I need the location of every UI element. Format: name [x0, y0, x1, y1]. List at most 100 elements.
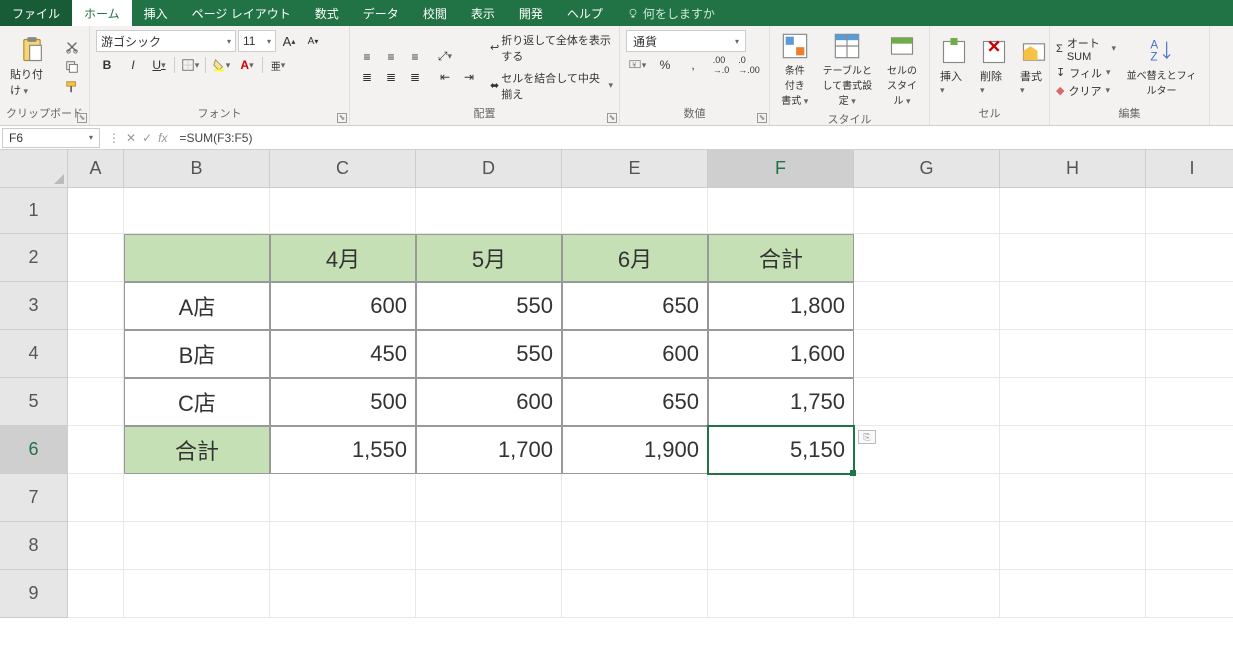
- fill-button[interactable]: ↧フィル: [1056, 65, 1116, 81]
- enter-icon[interactable]: ✓: [142, 131, 152, 145]
- cell-D8[interactable]: [416, 522, 562, 570]
- cell-E8[interactable]: [562, 522, 708, 570]
- cell-F5[interactable]: 1,750: [708, 378, 854, 426]
- cell-E6[interactable]: 1,900: [562, 426, 708, 474]
- increase-decimal-button[interactable]: .00→.0: [710, 56, 732, 74]
- cell-H5[interactable]: [1000, 378, 1146, 426]
- row-header-6[interactable]: 6: [0, 426, 68, 474]
- format-as-table-button[interactable]: テーブルとして書式設定: [818, 30, 877, 109]
- row-header-4[interactable]: 4: [0, 330, 68, 378]
- cell-H4[interactable]: [1000, 330, 1146, 378]
- name-box[interactable]: F6▾: [2, 128, 100, 148]
- cell-C7[interactable]: [270, 474, 416, 522]
- cell-I1[interactable]: [1146, 188, 1233, 234]
- cell-H3[interactable]: [1000, 282, 1146, 330]
- paste-button[interactable]: 貼り付け: [6, 34, 57, 100]
- tab-home[interactable]: ホーム: [72, 0, 132, 26]
- cell-C5[interactable]: 500: [270, 378, 416, 426]
- tab-formulas[interactable]: 数式: [303, 0, 351, 26]
- cell-I7[interactable]: [1146, 474, 1233, 522]
- cell-H1[interactable]: [1000, 188, 1146, 234]
- cell-F2[interactable]: 合計: [708, 234, 854, 282]
- column-header-D[interactable]: D: [416, 150, 562, 188]
- column-header-G[interactable]: G: [854, 150, 1000, 188]
- fill-color-button[interactable]: [210, 56, 232, 74]
- select-all-corner[interactable]: [0, 150, 68, 188]
- tell-me[interactable]: 何をしますか: [615, 0, 727, 26]
- column-header-C[interactable]: C: [270, 150, 416, 188]
- cell-H2[interactable]: [1000, 234, 1146, 282]
- cell-I8[interactable]: [1146, 522, 1233, 570]
- cell-A1[interactable]: [68, 188, 124, 234]
- cell-G1[interactable]: [854, 188, 1000, 234]
- cell-G5[interactable]: [854, 378, 1000, 426]
- cell-A8[interactable]: [68, 522, 124, 570]
- align-bottom-button[interactable]: ≡: [404, 48, 426, 66]
- cell-I3[interactable]: [1146, 282, 1233, 330]
- cell-E3[interactable]: 650: [562, 282, 708, 330]
- cell-B7[interactable]: [124, 474, 270, 522]
- font-size-select[interactable]: 11▾: [238, 30, 276, 52]
- clipboard-dialog-launcher[interactable]: ⬊: [77, 113, 87, 123]
- number-dialog-launcher[interactable]: ⬊: [757, 113, 767, 123]
- row-header-2[interactable]: 2: [0, 234, 68, 282]
- orientation-button[interactable]: ⤢: [434, 48, 456, 66]
- row-header-3[interactable]: 3: [0, 282, 68, 330]
- number-format-select[interactable]: 通貨▾: [626, 30, 746, 52]
- cell-G2[interactable]: [854, 234, 1000, 282]
- cell-H9[interactable]: [1000, 570, 1146, 618]
- cell-D5[interactable]: 600: [416, 378, 562, 426]
- cell-B8[interactable]: [124, 522, 270, 570]
- tab-file[interactable]: ファイル: [0, 0, 72, 26]
- row-header-8[interactable]: 8: [0, 522, 68, 570]
- bold-button[interactable]: B: [96, 56, 118, 74]
- cell-D7[interactable]: [416, 474, 562, 522]
- column-header-I[interactable]: I: [1146, 150, 1233, 188]
- font-dialog-launcher[interactable]: ⬊: [337, 113, 347, 123]
- cell-E7[interactable]: [562, 474, 708, 522]
- cell-A9[interactable]: [68, 570, 124, 618]
- increase-indent-button[interactable]: ⇥: [458, 68, 480, 86]
- autofill-options-icon[interactable]: ⎘: [858, 430, 876, 444]
- cell-F9[interactable]: [708, 570, 854, 618]
- cell-C1[interactable]: [270, 188, 416, 234]
- wrap-text-button[interactable]: ↩ 折り返して全体を表示する: [490, 32, 613, 64]
- cell-I6[interactable]: [1146, 426, 1233, 474]
- cell-E4[interactable]: 600: [562, 330, 708, 378]
- cell-G9[interactable]: [854, 570, 1000, 618]
- cell-I4[interactable]: [1146, 330, 1233, 378]
- cell-H7[interactable]: [1000, 474, 1146, 522]
- comma-button[interactable]: ,: [682, 56, 704, 74]
- tab-view[interactable]: 表示: [459, 0, 507, 26]
- cell-styles-button[interactable]: セルのスタイル: [881, 30, 923, 109]
- cell-D2[interactable]: 5月: [416, 234, 562, 282]
- align-left-button[interactable]: ≣: [356, 68, 378, 86]
- conditional-format-button[interactable]: 条件付き書式: [776, 30, 814, 109]
- cell-E2[interactable]: 6月: [562, 234, 708, 282]
- cell-A3[interactable]: [68, 282, 124, 330]
- cell-A6[interactable]: [68, 426, 124, 474]
- align-top-button[interactable]: ≡: [356, 48, 378, 66]
- fx-icon[interactable]: fx: [158, 131, 167, 145]
- column-header-E[interactable]: E: [562, 150, 708, 188]
- cell-I9[interactable]: [1146, 570, 1233, 618]
- sort-filter-button[interactable]: AZ 並べ替えとフィルター: [1120, 35, 1203, 99]
- align-right-button[interactable]: ≣: [404, 68, 426, 86]
- cell-G3[interactable]: [854, 282, 1000, 330]
- decrease-font-button[interactable]: A▾: [302, 32, 324, 50]
- tab-page-layout[interactable]: ページ レイアウト: [180, 0, 303, 26]
- cell-B5[interactable]: C店: [124, 378, 270, 426]
- row-header-7[interactable]: 7: [0, 474, 68, 522]
- cell-C4[interactable]: 450: [270, 330, 416, 378]
- tab-insert[interactable]: 挿入: [132, 0, 180, 26]
- cell-F6[interactable]: 5,150: [708, 426, 854, 474]
- row-header-1[interactable]: 1: [0, 188, 68, 234]
- tab-help[interactable]: ヘルプ: [555, 0, 615, 26]
- cell-I2[interactable]: [1146, 234, 1233, 282]
- cell-C9[interactable]: [270, 570, 416, 618]
- formula-input[interactable]: =SUM(F3:F5): [173, 131, 1233, 145]
- cell-B1[interactable]: [124, 188, 270, 234]
- cell-E1[interactable]: [562, 188, 708, 234]
- clear-button[interactable]: ◆クリア: [1056, 83, 1116, 99]
- cell-B6[interactable]: 合計: [124, 426, 270, 474]
